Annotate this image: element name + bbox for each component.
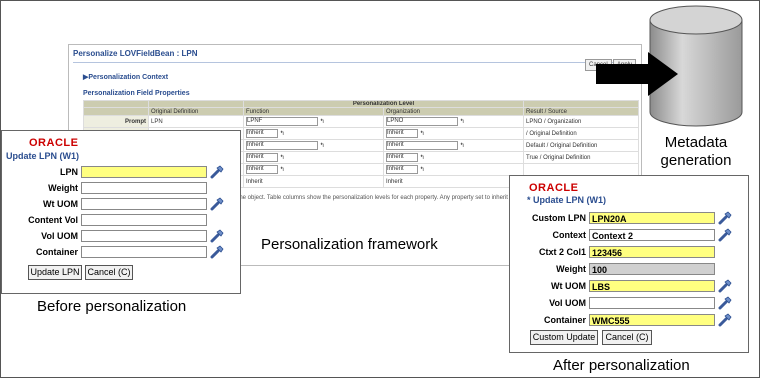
wt-uom-input[interactable]: LBS [589, 280, 715, 292]
vol-uom-label: Vol UOM [41, 231, 78, 241]
wt-uom-label: Wt UOM [551, 281, 586, 291]
col-function: Function [243, 107, 384, 116]
organization-select[interactable]: Inherit [386, 153, 418, 162]
weight-input[interactable]: 100 [589, 263, 715, 275]
before-label: Before personalization [37, 298, 187, 315]
organization-input[interactable]: Inherit [386, 141, 458, 150]
metadata-label: Metadata generation [660, 134, 732, 169]
title-divider [73, 62, 635, 63]
lpn-input[interactable] [81, 166, 207, 178]
oracle-logo: ORACLE [529, 182, 579, 194]
form-title: * Update LPN (W1) [527, 195, 607, 205]
oracle-logo: ORACLE [29, 137, 79, 149]
arrow-right-icon [596, 52, 678, 96]
personalization-context-link[interactable]: ▶Personalization Context [83, 73, 168, 81]
function-input[interactable]: LPNF [246, 117, 318, 126]
content-vol-input[interactable] [81, 214, 207, 226]
lpn-label: LPN [60, 167, 78, 177]
weight-input[interactable] [81, 182, 207, 194]
organization-select[interactable]: Inherit [386, 165, 418, 174]
flashlight-icon[interactable] [210, 245, 224, 259]
flashlight-icon[interactable] [718, 296, 732, 310]
context-label: Context [552, 230, 587, 240]
flashlight-icon[interactable] [718, 313, 732, 327]
container-label: Container [543, 315, 586, 325]
function-select[interactable]: Inherit [246, 165, 278, 174]
container-input[interactable] [81, 246, 207, 258]
wt-uom-input[interactable] [81, 198, 207, 210]
weight-label: Weight [48, 183, 78, 193]
page-title: Personalize LOVFieldBean : LPN [73, 49, 198, 58]
cancel-button[interactable]: Cancel (C) [85, 265, 133, 280]
function-select[interactable]: Inherit [246, 129, 278, 138]
content-vol-label: Content Vol [28, 215, 78, 225]
flashlight-icon[interactable] [210, 165, 224, 179]
col-result: Result / Source [523, 107, 639, 116]
col-organization: Organization [383, 107, 524, 116]
table-row: Prompt LPN LPNF ↰ LPNO ↰ LPNO / Organiza… [83, 115, 639, 128]
table-description: for the object. Table columns show the p… [229, 195, 508, 201]
function-select[interactable]: Inherit [246, 153, 278, 162]
flashlight-icon[interactable] [210, 197, 224, 211]
level-header: Personalization Level [243, 100, 524, 108]
ctxt-2-col1-input[interactable]: 123456 [589, 246, 715, 258]
function-input[interactable]: Inherit [246, 141, 318, 150]
vol-uom-input[interactable] [589, 297, 715, 309]
wt-uom-label: Wt UOM [43, 199, 78, 209]
organization-input[interactable]: LPNO [386, 117, 458, 126]
weight-label: Weight [556, 264, 586, 274]
flashlight-icon[interactable] [718, 211, 732, 225]
custom-update-button[interactable]: Custom Update [530, 330, 598, 345]
flashlight-icon[interactable] [718, 279, 732, 293]
flashlight-icon[interactable] [210, 229, 224, 243]
form-title: Update LPN (W1) [6, 151, 79, 161]
ctxt-2-col1-label: Ctxt 2 Col1 [538, 247, 586, 257]
after-label: After personalization [553, 357, 690, 374]
organization-select[interactable]: Inherit [386, 129, 418, 138]
flashlight-icon[interactable] [718, 228, 732, 242]
vol-uom-label: Vol UOM [549, 298, 586, 308]
field-properties-heading: Personalization Field Properties [83, 90, 190, 97]
custom-lpn-label: Custom LPN [532, 213, 586, 223]
framework-label: Personalization framework [261, 236, 438, 253]
after-form: ORACLE * Update LPN (W1) Custom Update C… [509, 175, 749, 353]
container-label: Container [35, 247, 78, 257]
row-label: Prompt [83, 115, 149, 128]
update-lpn-button[interactable]: Update LPN [28, 265, 82, 280]
custom-lpn-input[interactable]: LPN20A [589, 212, 715, 224]
col-original: Original Definition [148, 107, 244, 116]
before-form: ORACLE Update LPN (W1) Update LPN Cancel… [1, 130, 241, 294]
cancel-button[interactable]: Cancel (C) [602, 330, 652, 345]
context-input[interactable]: Context 2 [589, 229, 715, 241]
container-input[interactable]: WMC555 [589, 314, 715, 326]
vol-uom-input[interactable] [81, 230, 207, 242]
